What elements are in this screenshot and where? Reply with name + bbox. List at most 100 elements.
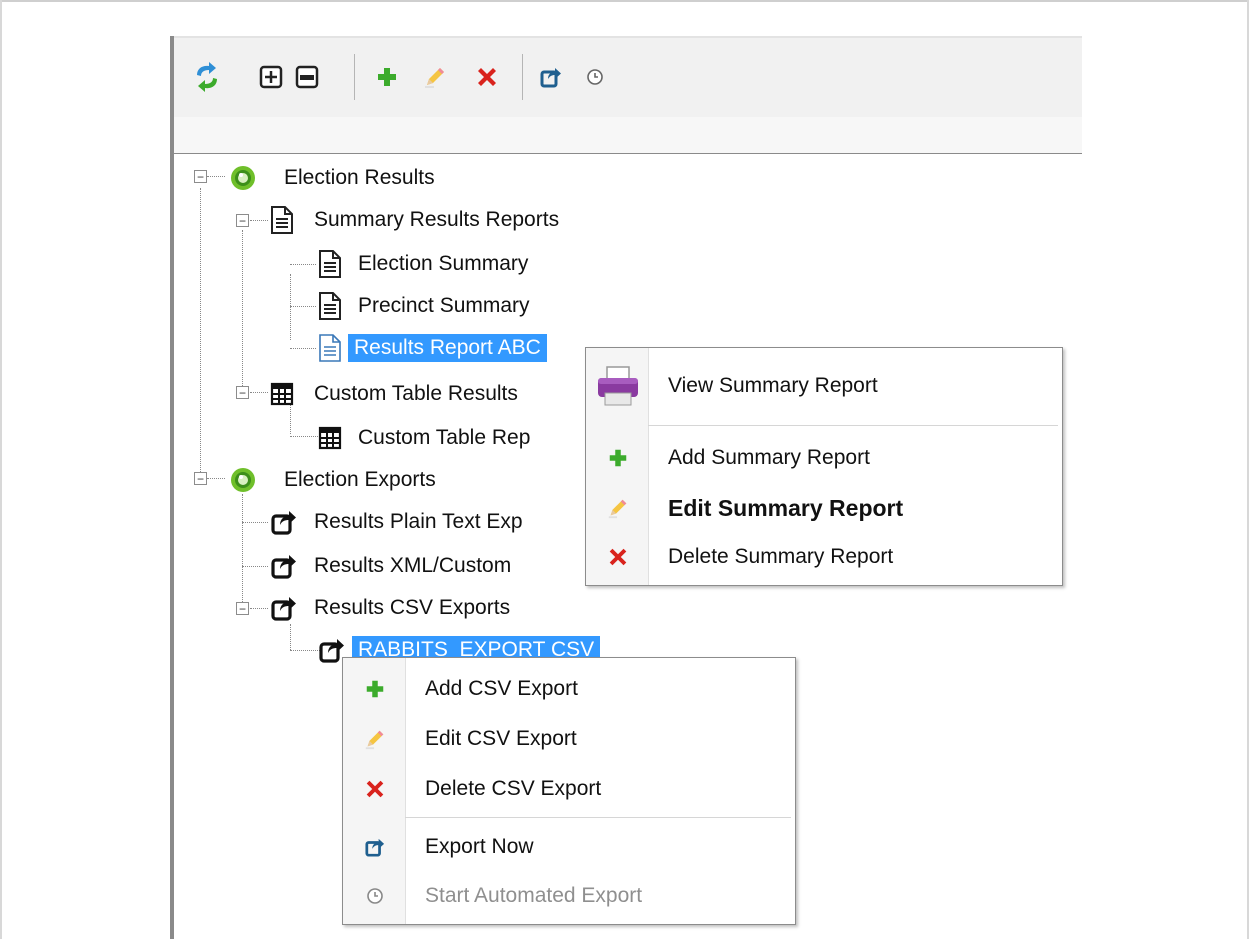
export-now-item[interactable]: Export Now bbox=[343, 822, 795, 872]
expand-all-button[interactable] bbox=[254, 60, 288, 94]
plus-box-icon bbox=[259, 65, 283, 89]
tree-node-election-exports[interactable]: Election Exports bbox=[228, 462, 442, 498]
menu-item-label: Delete Summary Report bbox=[668, 545, 894, 568]
delete-csv-export-item[interactable]: Delete CSV Export bbox=[343, 764, 795, 814]
document-icon bbox=[319, 250, 341, 278]
tree-line bbox=[242, 522, 268, 523]
tree-line bbox=[290, 306, 316, 307]
tree-label: Election Summary bbox=[358, 252, 529, 275]
tree-label: Custom Table Rep bbox=[358, 426, 531, 449]
view-summary-report-item[interactable]: View Summary Report bbox=[586, 352, 1062, 420]
tree-line bbox=[250, 608, 268, 609]
tree-line bbox=[242, 566, 268, 567]
printer-icon bbox=[598, 366, 638, 406]
menu-separator bbox=[648, 425, 1058, 426]
tree-label: Custom Table Results bbox=[314, 382, 518, 405]
export-arrow-icon bbox=[271, 555, 296, 579]
tree-line bbox=[250, 392, 268, 393]
clock-icon bbox=[367, 888, 383, 904]
edit-summary-report-item[interactable]: Edit Summary Report bbox=[586, 484, 1062, 532]
tree-node-custom-table-rep[interactable]: Custom Table Rep bbox=[318, 420, 536, 456]
tree-node-precinct-summary[interactable]: Precinct Summary bbox=[318, 288, 536, 324]
tree-line bbox=[290, 436, 318, 437]
edit-button[interactable] bbox=[418, 60, 452, 94]
collapse-toggle[interactable]: − bbox=[194, 472, 207, 485]
green-plus-icon bbox=[609, 449, 627, 467]
schedule-button[interactable] bbox=[578, 60, 612, 94]
toolbar bbox=[174, 36, 1082, 119]
refresh-button[interactable] bbox=[190, 60, 224, 94]
red-x-icon bbox=[609, 548, 627, 566]
tree-node-election-results[interactable]: Election Results bbox=[228, 160, 441, 196]
collapse-toggle[interactable]: − bbox=[194, 170, 207, 183]
clock-icon bbox=[587, 69, 603, 85]
delete-button[interactable] bbox=[470, 60, 504, 94]
menu-item-label: Edit Summary Report bbox=[668, 494, 904, 521]
document-icon bbox=[319, 334, 341, 362]
add-summary-report-item[interactable]: Add Summary Report bbox=[586, 434, 1062, 482]
document-icon bbox=[319, 292, 341, 320]
tree-line bbox=[290, 274, 291, 340]
collapse-toggle[interactable]: − bbox=[236, 214, 249, 227]
add-button[interactable] bbox=[370, 60, 404, 94]
refresh-arrows-icon bbox=[197, 62, 217, 92]
delete-summary-report-item[interactable]: Delete Summary Report bbox=[586, 534, 1062, 580]
menu-separator bbox=[405, 817, 791, 818]
election-target-icon bbox=[231, 166, 255, 190]
red-x-icon bbox=[366, 780, 384, 798]
summary-report-context-menu: View Summary Report Add Summary Report E… bbox=[585, 347, 1063, 586]
collapse-toggle[interactable]: − bbox=[236, 386, 249, 399]
menu-item-label: View Summary Report bbox=[668, 374, 878, 397]
tree-node-election-summary[interactable]: Election Summary bbox=[318, 246, 534, 282]
red-x-icon bbox=[478, 68, 496, 86]
add-csv-export-item[interactable]: Add CSV Export bbox=[343, 664, 795, 714]
tree-node-summary-results-reports[interactable]: Summary Results Reports bbox=[270, 202, 565, 238]
collapse-toggle[interactable]: − bbox=[236, 602, 249, 615]
csv-export-context-menu: Add CSV Export Edit CSV Export Delete CS… bbox=[342, 657, 796, 925]
edit-csv-export-item[interactable]: Edit CSV Export bbox=[343, 714, 795, 764]
window-border-left bbox=[0, 0, 2, 939]
tree-line bbox=[207, 478, 225, 479]
toolbar-separator bbox=[354, 54, 355, 100]
tree-node-results-xml-custom[interactable]: Results XML/Custom bbox=[270, 548, 517, 584]
menu-item-label: Delete CSV Export bbox=[425, 777, 602, 800]
tree-label: Election Results bbox=[284, 166, 435, 189]
tree-label: Precinct Summary bbox=[358, 294, 530, 317]
tree-line bbox=[200, 188, 201, 482]
collapse-all-button[interactable] bbox=[290, 60, 324, 94]
election-target-icon bbox=[231, 468, 255, 492]
tree-line bbox=[290, 264, 316, 265]
green-plus-icon bbox=[366, 680, 384, 698]
menu-item-label: Edit CSV Export bbox=[425, 727, 577, 750]
tree-node-results-plain-text[interactable]: Results Plain Text Exp bbox=[270, 504, 529, 540]
tree-label: Results Report ABC bbox=[348, 334, 547, 362]
table-grid-icon bbox=[270, 382, 294, 406]
window-border-top bbox=[0, 0, 1249, 2]
tree-line bbox=[290, 650, 320, 651]
tree-line bbox=[242, 230, 243, 394]
export-arrow-icon bbox=[365, 838, 385, 857]
green-plus-icon bbox=[378, 68, 396, 86]
tree-label: Results CSV Exports bbox=[314, 596, 511, 619]
export-arrow-icon bbox=[540, 68, 561, 88]
tree-node-custom-table-results[interactable]: Custom Table Results bbox=[270, 376, 524, 412]
tree-line bbox=[207, 176, 225, 177]
toolbar-subbar bbox=[174, 117, 1082, 154]
menu-item-label: Start Automated Export bbox=[425, 884, 643, 907]
pencil-icon bbox=[425, 68, 444, 88]
start-automated-export-item[interactable]: Start Automated Export bbox=[343, 872, 795, 920]
tree-label: Election Exports bbox=[284, 468, 436, 491]
tree-label: Results XML/Custom bbox=[314, 554, 512, 577]
menu-item-label: Add Summary Report bbox=[668, 446, 870, 469]
document-icon bbox=[271, 206, 293, 234]
tree-label: Results Plain Text Exp bbox=[314, 510, 523, 533]
pencil-icon bbox=[365, 730, 384, 750]
tree-node-results-report-abc[interactable]: Results Report ABC bbox=[318, 330, 547, 366]
menu-item-label: Add CSV Export bbox=[425, 677, 578, 700]
minus-box-icon bbox=[295, 65, 319, 89]
export-button[interactable] bbox=[534, 60, 568, 94]
table-grid-icon bbox=[318, 426, 342, 450]
tree-line bbox=[290, 624, 291, 650]
toolbar-separator bbox=[522, 54, 523, 100]
tree-node-results-csv-exports[interactable]: Results CSV Exports bbox=[270, 590, 516, 626]
